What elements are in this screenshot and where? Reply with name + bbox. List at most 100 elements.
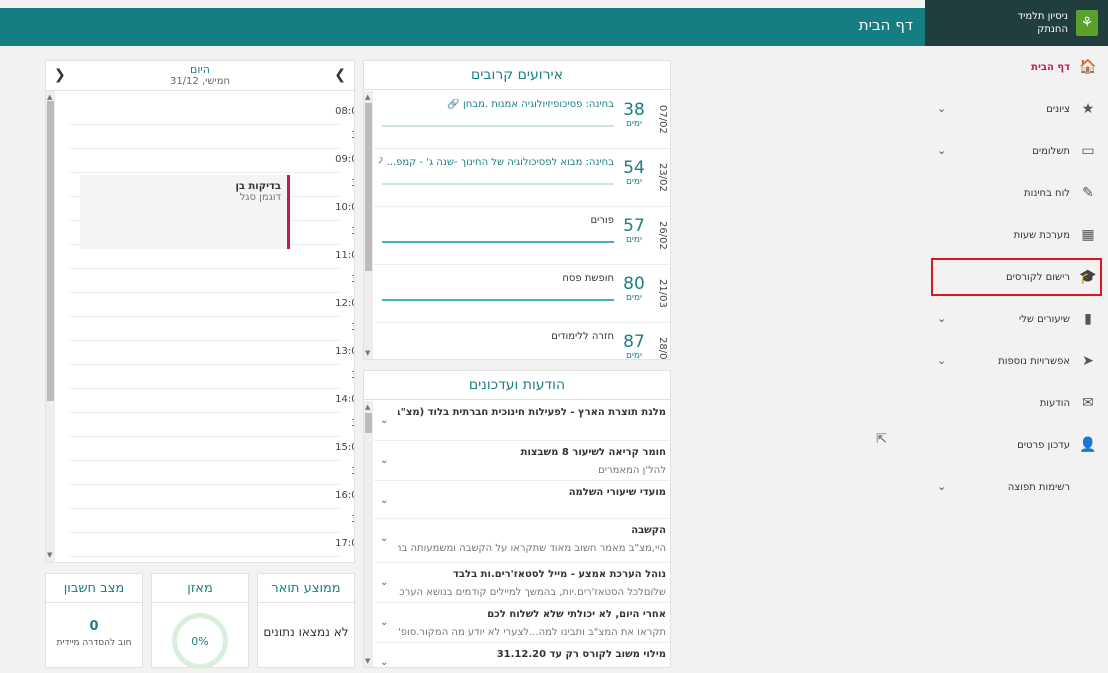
sidebar-item-6[interactable]: ▮ שיעורים שלי ⌄ [925, 298, 1108, 340]
calendar-slot[interactable]: 30 [70, 269, 354, 293]
scroll-up-icon[interactable]: ▲ [47, 93, 52, 101]
calendar-slot[interactable]: 30 [70, 317, 354, 341]
event-days-unit: ימים [625, 177, 643, 187]
calendar-appointment[interactable]: בדיקות בן דוגמן סגל [80, 175, 290, 249]
news-item[interactable]: מילוי משוב לקורס רק עד 31.12.20 ⌄ [374, 643, 670, 667]
news-item[interactable]: נוהל הערכת אמצע - מייל לסטאז'רים.ות בלבד… [374, 563, 670, 603]
sidebar-item-label: דף הבית [1031, 61, 1070, 73]
next-day-button[interactable]: ❯ [334, 67, 346, 83]
scroll-up-icon[interactable]: ▲ [365, 93, 370, 101]
link-icon[interactable]: 🔗 [447, 99, 459, 110]
calendar-slot[interactable]: 30 [70, 365, 354, 389]
balance-title: מאזן [152, 574, 248, 603]
chevron-down-icon[interactable]: ⌄ [380, 577, 388, 588]
scroll-down-icon[interactable]: ▼ [365, 349, 370, 357]
event-item[interactable]: 28/03 87 ימים חזרה ללימודים [374, 323, 670, 359]
sidebar-item-1[interactable]: ★ ציונים ⌄ [925, 88, 1108, 130]
chevron-down-icon[interactable]: ⌄ [380, 495, 388, 506]
news-item[interactable]: חומר קריאה לשיעור 8 משבצות להל'ן המאמרים ⌄ [374, 441, 670, 481]
event-item[interactable]: 23/02 54 ימים בחינה: מבוא לפסיכולוגיה של הח… [374, 149, 670, 207]
chevron-down-icon[interactable]: ⌄ [380, 455, 388, 466]
sidebar-item-8[interactable]: ✉ הודעות [925, 382, 1108, 424]
sidebar-item-9[interactable]: 👤 עדכון פרטים [925, 424, 1108, 466]
gpa-value: לא נמצאו נתונים [263, 625, 349, 639]
chevron-down-icon[interactable]: ⌄ [380, 657, 388, 667]
balance-card: מאזן 0% [151, 573, 249, 669]
sidebar-item-5[interactable]: 🎓 רישום לקורסים [929, 256, 1104, 298]
time-label: 13:00 [335, 346, 354, 357]
scroll-down-icon[interactable]: ▼ [365, 657, 370, 665]
news-item[interactable]: הקשבה היי,מצ"ב מאמר חשוב מאוד שתקראו על ה… [374, 519, 670, 563]
account-title: מצב חשבון [46, 574, 142, 603]
time-label: 30 [340, 418, 354, 429]
news-item[interactable]: אחרי היום, לא יכולתי שלא לשלוח לכם תקראו … [374, 603, 670, 643]
upcoming-events-card: אירועים קרובים ▲ ▼ 07/02 38 ימים בחינה: פסי… [363, 60, 671, 360]
calendar-slot[interactable]: 13:00 [70, 341, 354, 365]
event-name[interactable]: בחינה: פסיכופיזיולוגיה אמנות .מבחן 🔗 [379, 99, 614, 110]
sidebar-item-10[interactable]: רשימות תפוצה ⌄ [925, 466, 1108, 508]
time-label: 30 [340, 322, 354, 333]
balance-ring: 0% [172, 613, 228, 669]
scroll-up-icon[interactable]: ▲ [365, 403, 370, 411]
calendar-slot[interactable]: 17:00 [70, 533, 354, 557]
event-name-text: בחינה: מבוא לפסיכולוגיה של החינוך -שנה ג… [386, 157, 614, 168]
chevron-down-icon[interactable]: ⌄ [380, 415, 388, 426]
calendar-slot[interactable]: 09:00 [70, 149, 354, 173]
edit-icon: ✎ [1082, 185, 1094, 201]
news-title: הודעות ועדכונים [364, 371, 670, 400]
news-item-summary: שלוםלכל הסטאז'רים.יות, בהמשך למיילים קוד… [398, 587, 666, 598]
sidebar-item-label: ציונים [1046, 103, 1070, 115]
sidebar-item-4[interactable]: ▦ מערכת שעות [925, 214, 1108, 256]
news-item[interactable]: מלגת תוצרת הארץ - לפעילות חינוכית חברתית… [374, 401, 670, 441]
events-scroll-thumb[interactable] [365, 103, 372, 271]
event-name-text: פורים [590, 215, 615, 226]
sidebar-item-7[interactable]: ➤ אפשרויות נוספות ⌄ [925, 340, 1108, 382]
news-item[interactable]: מועדי שיעורי השלמה ⌄ [374, 481, 670, 519]
calendar-slot[interactable]: 12:00 [70, 293, 354, 317]
chevron-down-icon[interactable]: ⌄ [937, 102, 946, 115]
user-name: ניסיון תלמיד [1017, 11, 1068, 22]
time-label: 11:00 [335, 250, 354, 261]
chevron-down-icon[interactable]: ⌄ [380, 533, 388, 544]
app-window: ⚘ ניסיון תלמיד החנתק 🏠 דף הבית ★ ציונים ⌄ ▭ תש… [0, 0, 1108, 673]
gpa-card: ממוצע תואר לא נמצאו נתונים [257, 573, 355, 668]
chevron-down-icon[interactable]: ⌄ [937, 354, 946, 367]
news-scroll-thumb[interactable] [365, 413, 372, 433]
calendar-slot[interactable]: 30 [70, 509, 354, 533]
calendar-header: היום חמישי, 31/12 ❯ ❮ [46, 61, 354, 91]
event-item[interactable]: 07/02 38 ימים בחינה: פסיכופיזיולוגיה אמנות … [374, 91, 670, 149]
chevron-down-icon[interactable]: ⌄ [937, 480, 946, 493]
user-info: ניסיון תלמיד החנתק [1018, 10, 1068, 36]
sidebar-item-label: מערכת שעות [1013, 229, 1070, 241]
news-item-title: הקשבה [631, 525, 666, 536]
calendar-slot[interactable]: 16:00 [70, 485, 354, 509]
event-name[interactable]: בחינה: מבוא לפסיכולוגיה של החינוך -שנה ג… [379, 157, 614, 168]
time-label: 16:00 [335, 490, 354, 501]
event-item[interactable]: 26/02 57 ימים פורים [374, 207, 670, 265]
calendar-slot[interactable]: 14:00 [70, 389, 354, 413]
news-item-summary: תקראו את המצ"ב ותבינו למה...לצערי לא יוד… [398, 627, 666, 638]
account-card: מצב חשבון 0 חוב להסדרה מיידית [45, 573, 143, 668]
chevron-down-icon[interactable]: ⌄ [937, 312, 946, 325]
calendar-slot[interactable]: 15:00 [70, 437, 354, 461]
calendar-slot[interactable]: 30 [70, 125, 354, 149]
calendar-scrollbar[interactable]: ▲ ▼ [46, 91, 55, 562]
calendar-slot[interactable]: 08:00 [70, 101, 354, 125]
scroll-down-icon[interactable]: ▼ [47, 551, 52, 559]
link-icon[interactable]: 🔗 [379, 157, 383, 168]
chevron-down-icon[interactable]: ⌄ [937, 144, 946, 157]
prev-day-button[interactable]: ❮ [54, 67, 66, 83]
news-item-title: אחרי היום, לא יכולתי שלא לשלוח לכם [487, 609, 666, 620]
news-scrollbar[interactable]: ▲ ▼ [364, 401, 373, 667]
calendar-scroll-thumb[interactable] [47, 101, 54, 401]
calendar-slot[interactable]: 30 [70, 413, 354, 437]
calendar-slot[interactable]: 30 [70, 461, 354, 485]
events-scrollbar[interactable]: ▲ ▼ [364, 91, 373, 359]
calendar-today[interactable]: היום [46, 61, 354, 76]
event-item[interactable]: 21/03 80 ימים חופשת פסח [374, 265, 670, 323]
sidebar-item-0[interactable]: 🏠 דף הבית [925, 46, 1108, 88]
chevron-down-icon[interactable]: ⌄ [380, 617, 388, 628]
sidebar-item-3[interactable]: ✎ לוח בחינות [925, 172, 1108, 214]
sidebar-item-2[interactable]: ▭ תשלומים ⌄ [925, 130, 1108, 172]
book-icon: ▮ [1084, 311, 1092, 327]
